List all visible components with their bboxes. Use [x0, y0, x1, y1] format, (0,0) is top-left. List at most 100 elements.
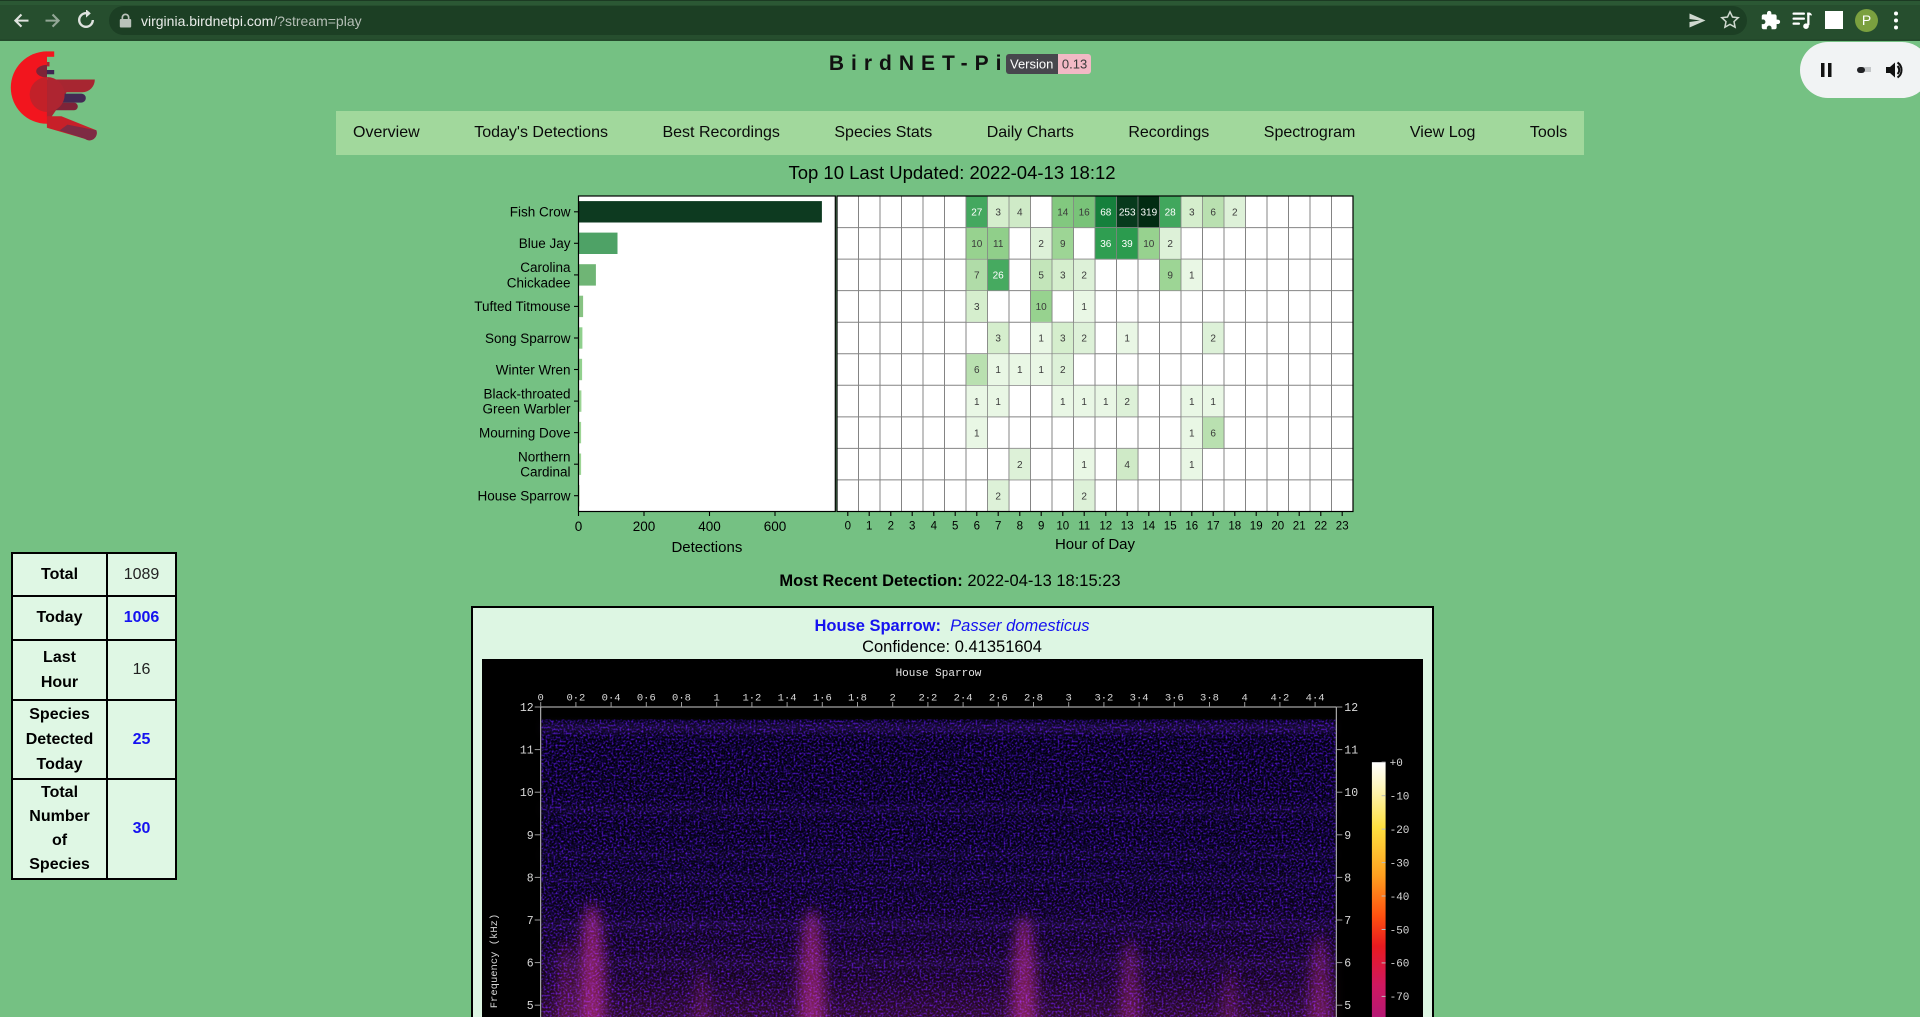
svg-text:Frequency (kHz): Frequency (kHz) [489, 914, 501, 1009]
svg-text:Cardinal: Cardinal [520, 465, 570, 480]
svg-text:6: 6 [1344, 958, 1351, 971]
svg-text:3: 3 [995, 208, 1001, 219]
svg-text:14: 14 [1057, 208, 1069, 219]
svg-text:2: 2 [1081, 491, 1087, 502]
svg-text:2: 2 [1060, 365, 1066, 376]
svg-text:1: 1 [1060, 397, 1066, 408]
svg-text:2: 2 [1124, 397, 1130, 408]
svg-text:2: 2 [1017, 460, 1023, 471]
svg-text:8: 8 [527, 872, 534, 885]
svg-text:22: 22 [1314, 521, 1327, 533]
svg-text:Carolina: Carolina [520, 260, 571, 275]
svg-text:6: 6 [974, 365, 980, 376]
svg-text:5: 5 [527, 1000, 534, 1013]
svg-text:-20: -20 [1390, 825, 1410, 837]
svg-text:2: 2 [1232, 208, 1238, 219]
svg-text:16: 16 [1079, 208, 1091, 219]
svg-text:Northern: Northern [518, 449, 571, 464]
svg-text:1: 1 [995, 365, 1001, 376]
svg-text:1: 1 [974, 428, 980, 439]
svg-text:2: 2 [1210, 334, 1216, 345]
svg-text:4: 4 [1124, 460, 1130, 471]
svg-text:253: 253 [1119, 208, 1136, 219]
svg-text:6: 6 [974, 521, 980, 533]
svg-text:15: 15 [1164, 521, 1177, 533]
svg-text:-60: -60 [1390, 959, 1410, 971]
svg-text:Detections: Detections [671, 539, 742, 556]
svg-text:400: 400 [698, 519, 721, 534]
svg-text:9: 9 [1060, 239, 1066, 250]
svg-text:1: 1 [1017, 365, 1023, 376]
svg-text:11: 11 [520, 745, 534, 758]
svg-text:3: 3 [1060, 334, 1066, 345]
svg-text:11: 11 [993, 239, 1004, 250]
svg-text:Song Sparrow: Song Sparrow [485, 331, 571, 346]
svg-text:13: 13 [1121, 521, 1134, 533]
svg-text:3: 3 [974, 302, 980, 313]
svg-text:3: 3 [995, 334, 1001, 345]
svg-text:10: 10 [1036, 302, 1048, 313]
svg-text:1: 1 [1103, 397, 1109, 408]
svg-text:600: 600 [764, 519, 787, 534]
svg-text:Winter Wren: Winter Wren [496, 362, 571, 377]
svg-text:10: 10 [1344, 787, 1358, 800]
svg-text:19: 19 [1250, 521, 1263, 533]
svg-text:7: 7 [527, 915, 534, 928]
svg-text:10: 10 [520, 787, 534, 800]
svg-text:319: 319 [1140, 208, 1157, 219]
svg-text:-50: -50 [1390, 925, 1410, 937]
svg-text:9: 9 [527, 830, 534, 843]
svg-text:27: 27 [971, 208, 983, 219]
svg-text:7: 7 [1344, 915, 1351, 928]
svg-text:5: 5 [952, 521, 958, 533]
svg-text:3: 3 [1060, 271, 1066, 282]
svg-text:3: 3 [1189, 208, 1195, 219]
svg-text:2: 2 [1081, 334, 1087, 345]
svg-text:+0: +0 [1390, 758, 1403, 770]
svg-text:8: 8 [1344, 872, 1351, 885]
svg-text:1: 1 [1210, 397, 1216, 408]
svg-text:1: 1 [1038, 334, 1044, 345]
svg-text:2: 2 [1081, 271, 1087, 282]
svg-text:Black-throated: Black-throated [483, 386, 570, 401]
svg-text:4: 4 [1017, 208, 1023, 219]
svg-text:1: 1 [1189, 397, 1195, 408]
svg-text:10: 10 [1143, 239, 1155, 250]
svg-text:1: 1 [974, 397, 980, 408]
svg-text:9: 9 [1167, 271, 1173, 282]
svg-text:4: 4 [931, 521, 938, 533]
svg-text:2: 2 [1167, 239, 1173, 250]
svg-text:House Sparrow: House Sparrow [477, 489, 570, 504]
svg-text:Mourning Dove: Mourning Dove [479, 425, 571, 440]
svg-text:16: 16 [1185, 521, 1198, 533]
svg-text:3: 3 [909, 521, 915, 533]
svg-text:1: 1 [866, 521, 872, 533]
svg-text:10: 10 [971, 239, 983, 250]
svg-text:-30: -30 [1390, 858, 1410, 870]
svg-text:18: 18 [1228, 521, 1241, 533]
svg-text:36: 36 [1100, 239, 1112, 250]
svg-text:8: 8 [1017, 521, 1023, 533]
svg-text:1: 1 [1189, 271, 1195, 282]
svg-text:21: 21 [1293, 521, 1306, 533]
svg-text:House Sparrow: House Sparrow [896, 668, 982, 680]
svg-text:5: 5 [1038, 271, 1044, 282]
svg-text:7: 7 [995, 521, 1001, 533]
svg-text:2: 2 [995, 491, 1001, 502]
svg-text:17: 17 [1207, 521, 1220, 533]
svg-text:2: 2 [888, 521, 894, 533]
svg-text:7: 7 [974, 271, 980, 282]
svg-text:20: 20 [1271, 521, 1284, 533]
svg-text:1: 1 [1189, 460, 1195, 471]
svg-text:-40: -40 [1390, 892, 1410, 904]
svg-text:12: 12 [520, 702, 534, 715]
svg-text:23: 23 [1336, 521, 1349, 533]
svg-text:10: 10 [1056, 521, 1069, 533]
svg-text:1: 1 [1081, 302, 1087, 313]
svg-text:1: 1 [995, 397, 1001, 408]
svg-text:2: 2 [1038, 239, 1044, 250]
svg-text:12: 12 [1099, 521, 1112, 533]
svg-text:11: 11 [1078, 521, 1090, 533]
svg-text:14: 14 [1142, 521, 1155, 533]
svg-text:5: 5 [1344, 1000, 1351, 1013]
